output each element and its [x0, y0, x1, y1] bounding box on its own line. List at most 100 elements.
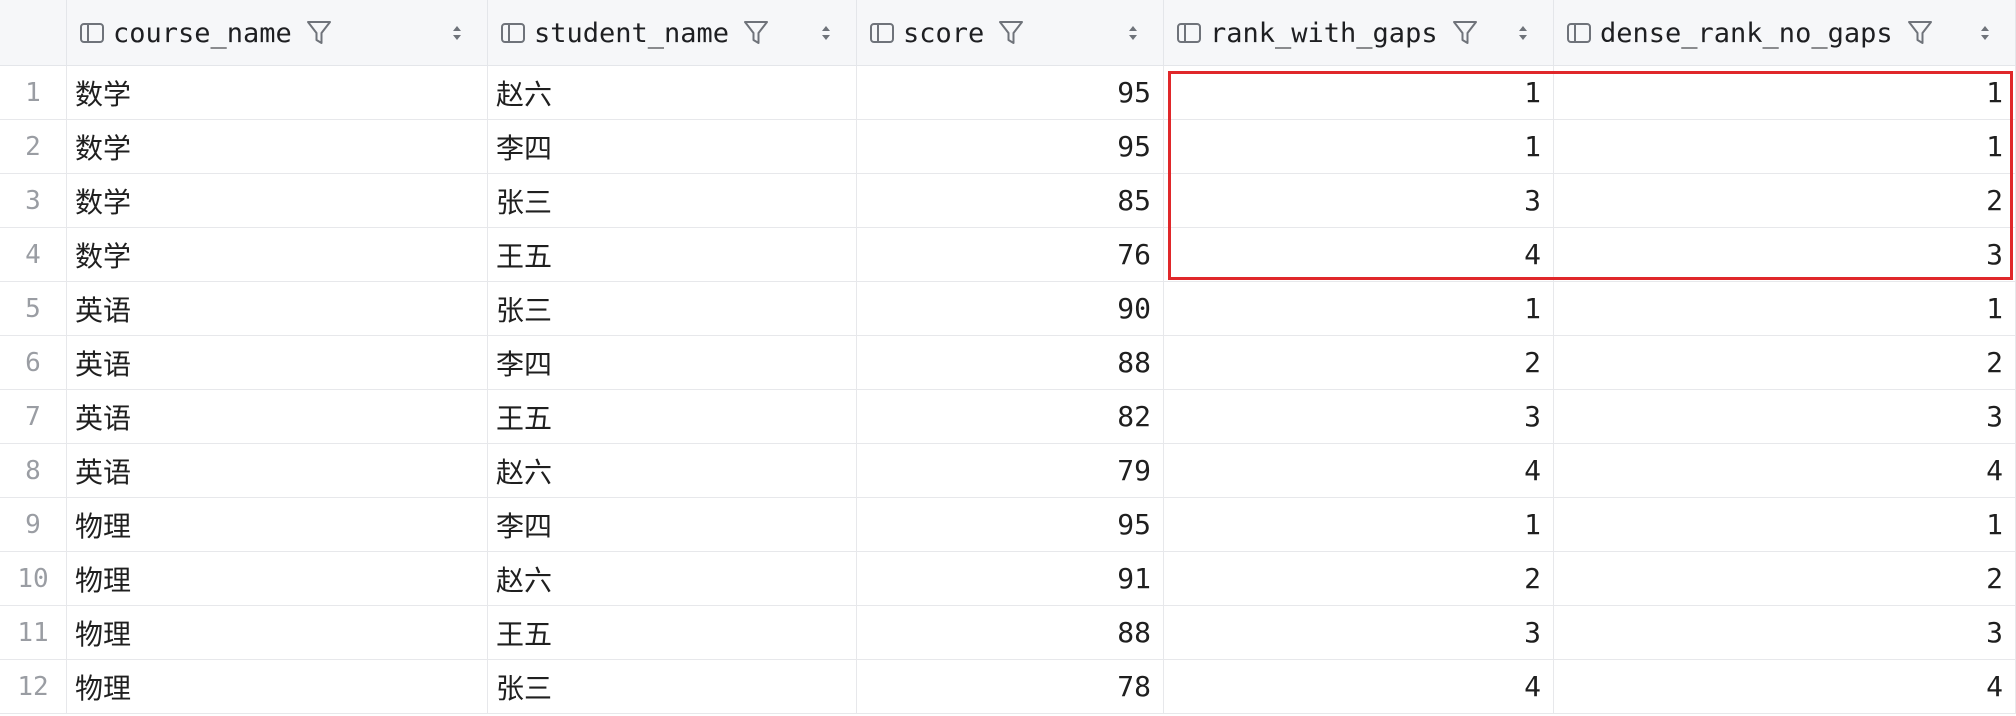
cell-student_name[interactable]: 赵六 — [488, 444, 857, 497]
table-row[interactable]: 11 物理 王五 88 3 3 — [0, 606, 2016, 660]
table-row[interactable]: 2 数学 李四 95 1 1 — [0, 120, 2016, 174]
row-number[interactable]: 4 — [0, 228, 67, 281]
cell-course_name[interactable]: 数学 — [67, 120, 488, 173]
cell-score[interactable]: 95 — [857, 120, 1164, 173]
cell-rank_with_gaps[interactable]: 3 — [1164, 390, 1554, 443]
filter-icon[interactable] — [1907, 19, 1933, 47]
table-row[interactable]: 4 数学 王五 76 4 3 — [0, 228, 2016, 282]
cell-score[interactable]: 91 — [857, 552, 1164, 605]
table-row[interactable]: 9 物理 李四 95 1 1 — [0, 498, 2016, 552]
cell-rank_with_gaps[interactable]: 4 — [1164, 660, 1554, 713]
cell-student_name[interactable]: 李四 — [488, 336, 857, 389]
cell-score[interactable]: 82 — [857, 390, 1164, 443]
cell-dense_rank_no_gaps[interactable]: 3 — [1554, 228, 2016, 281]
cell-student_name[interactable]: 张三 — [488, 660, 857, 713]
cell-dense_rank_no_gaps[interactable]: 4 — [1554, 660, 2016, 713]
cell-score[interactable]: 88 — [857, 336, 1164, 389]
row-number[interactable]: 2 — [0, 120, 67, 173]
cell-student_name[interactable]: 王五 — [488, 228, 857, 281]
cell-score[interactable]: 79 — [857, 444, 1164, 497]
cell-student_name[interactable]: 李四 — [488, 498, 857, 551]
cell-rank_with_gaps[interactable]: 1 — [1164, 120, 1554, 173]
table-row[interactable]: 7 英语 王五 82 3 3 — [0, 390, 2016, 444]
cell-score[interactable]: 88 — [857, 606, 1164, 659]
filter-icon[interactable] — [306, 19, 332, 47]
cell-rank_with_gaps[interactable]: 2 — [1164, 552, 1554, 605]
cell-student_name[interactable]: 李四 — [488, 120, 857, 173]
cell-student_name[interactable]: 王五 — [488, 606, 857, 659]
table-header: course_name student_name score rank_with… — [0, 0, 2016, 66]
filter-icon[interactable] — [1452, 19, 1478, 47]
row-number[interactable]: 5 — [0, 282, 67, 335]
cell-score[interactable]: 78 — [857, 660, 1164, 713]
cell-course_name[interactable]: 物理 — [67, 552, 488, 605]
cell-dense_rank_no_gaps[interactable]: 3 — [1554, 390, 2016, 443]
table-row[interactable]: 12 物理 张三 78 4 4 — [0, 660, 2016, 714]
cell-rank_with_gaps[interactable]: 1 — [1164, 498, 1554, 551]
cell-score[interactable]: 95 — [857, 66, 1164, 119]
cell-student_name[interactable]: 赵六 — [488, 66, 857, 119]
row-number[interactable]: 6 — [0, 336, 67, 389]
row-number[interactable]: 9 — [0, 498, 67, 551]
sort-icon[interactable] — [1127, 22, 1139, 44]
filter-icon[interactable] — [998, 19, 1024, 47]
cell-dense_rank_no_gaps[interactable]: 1 — [1554, 66, 2016, 119]
row-number[interactable]: 7 — [0, 390, 67, 443]
cell-rank_with_gaps[interactable]: 1 — [1164, 66, 1554, 119]
cell-rank_with_gaps[interactable]: 4 — [1164, 228, 1554, 281]
filter-icon[interactable] — [743, 19, 769, 47]
cell-dense_rank_no_gaps[interactable]: 4 — [1554, 444, 2016, 497]
cell-dense_rank_no_gaps[interactable]: 2 — [1554, 336, 2016, 389]
cell-course_name[interactable]: 数学 — [67, 174, 488, 227]
table-row[interactable]: 10 物理 赵六 91 2 2 — [0, 552, 2016, 606]
cell-student_name[interactable]: 张三 — [488, 174, 857, 227]
table-row[interactable]: 1 数学 赵六 95 1 1 — [0, 66, 2016, 120]
column-header-score[interactable]: score — [857, 0, 1164, 66]
cell-dense_rank_no_gaps[interactable]: 1 — [1554, 498, 2016, 551]
row-number[interactable]: 12 — [0, 660, 67, 713]
cell-course_name[interactable]: 数学 — [67, 228, 488, 281]
sort-icon[interactable] — [451, 22, 463, 44]
table-row[interactable]: 3 数学 张三 85 3 2 — [0, 174, 2016, 228]
row-number[interactable]: 3 — [0, 174, 67, 227]
table-row[interactable]: 6 英语 李四 88 2 2 — [0, 336, 2016, 390]
cell-course_name[interactable]: 英语 — [67, 390, 488, 443]
cell-dense_rank_no_gaps[interactable]: 2 — [1554, 174, 2016, 227]
column-header-student_name[interactable]: student_name — [488, 0, 857, 66]
cell-dense_rank_no_gaps[interactable]: 1 — [1554, 120, 2016, 173]
row-number[interactable]: 1 — [0, 66, 67, 119]
cell-student_name[interactable]: 张三 — [488, 282, 857, 335]
cell-score[interactable]: 90 — [857, 282, 1164, 335]
cell-rank_with_gaps[interactable]: 4 — [1164, 444, 1554, 497]
sort-icon[interactable] — [1517, 22, 1529, 44]
cell-course_name[interactable]: 物理 — [67, 660, 488, 713]
cell-course_name[interactable]: 英语 — [67, 282, 488, 335]
cell-course_name[interactable]: 英语 — [67, 444, 488, 497]
cell-dense_rank_no_gaps[interactable]: 2 — [1554, 552, 2016, 605]
column-header-rank_with_gaps[interactable]: rank_with_gaps — [1164, 0, 1554, 66]
row-number[interactable]: 11 — [0, 606, 67, 659]
column-header-dense_rank_no_gaps[interactable]: dense_rank_no_gaps — [1554, 0, 2016, 66]
cell-dense_rank_no_gaps[interactable]: 3 — [1554, 606, 2016, 659]
cell-score[interactable]: 95 — [857, 498, 1164, 551]
cell-course_name[interactable]: 数学 — [67, 66, 488, 119]
table-row[interactable]: 5 英语 张三 90 1 1 — [0, 282, 2016, 336]
sort-icon[interactable] — [1979, 22, 1991, 44]
cell-student_name[interactable]: 王五 — [488, 390, 857, 443]
cell-course_name[interactable]: 物理 — [67, 606, 488, 659]
cell-course_name[interactable]: 英语 — [67, 336, 488, 389]
row-number[interactable]: 10 — [0, 552, 67, 605]
cell-score[interactable]: 85 — [857, 174, 1164, 227]
column-header-course_name[interactable]: course_name — [67, 0, 488, 66]
cell-dense_rank_no_gaps[interactable]: 1 — [1554, 282, 2016, 335]
cell-rank_with_gaps[interactable]: 2 — [1164, 336, 1554, 389]
table-row[interactable]: 8 英语 赵六 79 4 4 — [0, 444, 2016, 498]
cell-course_name[interactable]: 物理 — [67, 498, 488, 551]
cell-rank_with_gaps[interactable]: 1 — [1164, 282, 1554, 335]
sort-icon[interactable] — [820, 22, 832, 44]
row-number[interactable]: 8 — [0, 444, 67, 497]
cell-rank_with_gaps[interactable]: 3 — [1164, 174, 1554, 227]
cell-rank_with_gaps[interactable]: 3 — [1164, 606, 1554, 659]
cell-student_name[interactable]: 赵六 — [488, 552, 857, 605]
cell-score[interactable]: 76 — [857, 228, 1164, 281]
